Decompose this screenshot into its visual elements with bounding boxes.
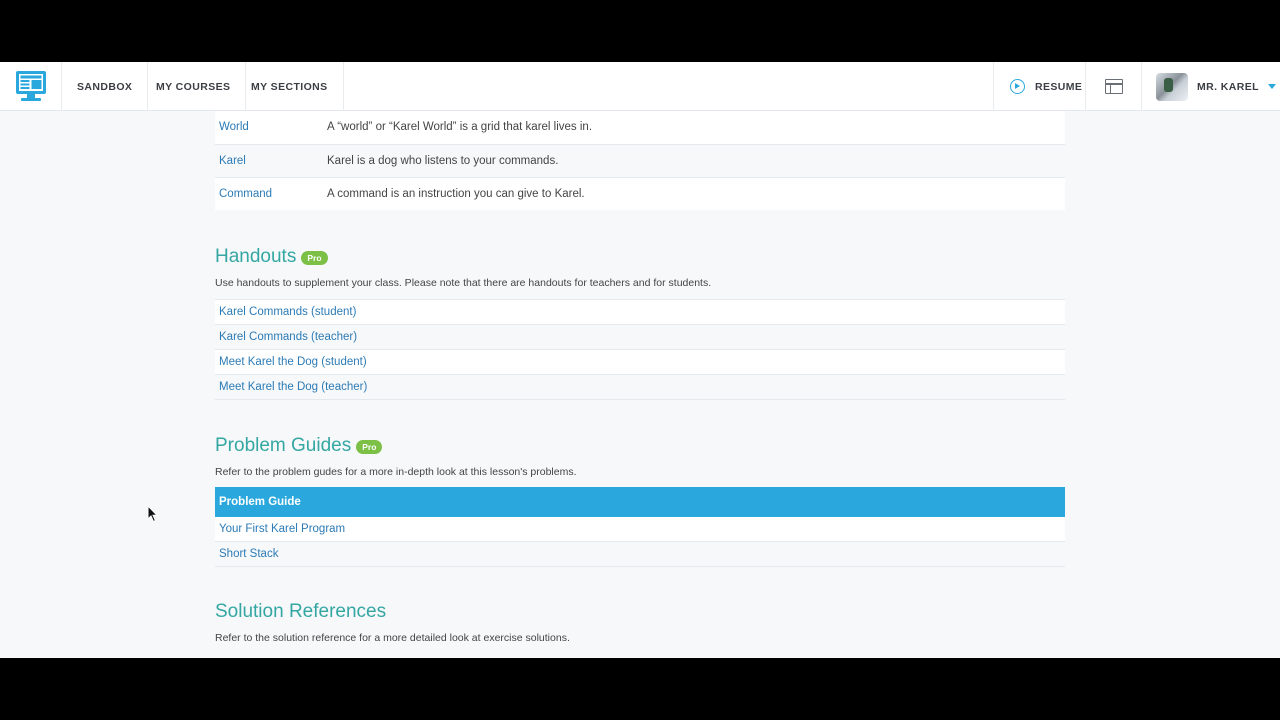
section-title: Handouts Pro — [215, 246, 1065, 268]
vocab-term-link[interactable]: Karel — [215, 144, 323, 178]
mouse-pointer-icon — [147, 505, 159, 523]
solution-references-section: Solution References Refer to the solutio… — [215, 601, 1065, 644]
vocab-row: World A “world” or “Karel World” is a gr… — [215, 111, 1065, 145]
section-description: Use handouts to supplement your class. P… — [215, 277, 712, 289]
handout-link[interactable]: Karel Commands (student) — [215, 300, 1065, 325]
vocab-definition: A “world” or “Karel World” is a grid tha… — [323, 111, 1065, 145]
solution-references-title: Solution References — [215, 601, 387, 622]
resume-label: RESUME — [1035, 80, 1083, 93]
caret-down-icon — [1267, 84, 1276, 89]
vocab-row: Command A command is an instruction you … — [215, 177, 1065, 210]
problem-guides-title: Problem Guides — [215, 435, 352, 456]
vocab-term-link[interactable]: Command — [215, 177, 323, 210]
lesson-resources: World A “world” or “Karel World” is a gr… — [215, 111, 1065, 644]
problem-guide-link[interactable]: Short Stack — [215, 542, 1065, 567]
section-description: Refer to the solution reference for a mo… — [215, 632, 570, 644]
section-title: Solution References — [215, 601, 1065, 623]
nav-my-courses[interactable]: MY COURSES — [141, 62, 247, 111]
vocab-row: Karel Karel is a dog who listens to your… — [215, 144, 1065, 178]
vocab-definition: Karel is a dog who listens to your comma… — [323, 144, 1065, 178]
window-button[interactable] — [1085, 62, 1141, 111]
vocab-term-link[interactable]: World — [215, 111, 323, 145]
handouts-section: Handouts Pro Use handouts to supplement … — [215, 246, 1065, 400]
section-description: Refer to the problem gudes for a more in… — [215, 466, 577, 478]
nav-sandbox[interactable]: SANDBOX — [62, 62, 149, 111]
letterbox-top — [0, 0, 1280, 62]
nav-my-sections[interactable]: MY SECTIONS — [236, 62, 344, 111]
play-circle-icon — [1010, 79, 1025, 94]
problem-guides-section: Problem Guides Pro Refer to the problem … — [215, 435, 1065, 567]
handouts-list: Karel Commands (student) Karel Commands … — [215, 299, 1065, 400]
handout-link[interactable]: Karel Commands (teacher) — [215, 325, 1065, 350]
problem-guide-header: Problem Guide — [215, 487, 1065, 517]
user-name: MR. KAREL — [1197, 80, 1259, 93]
vocab-definition: A command is an instruction you can give… — [327, 187, 585, 200]
handout-link[interactable]: Meet Karel the Dog (teacher) — [215, 375, 1065, 400]
vocab-table: World A “world” or “Karel World” is a gr… — [215, 111, 1065, 210]
home-logo[interactable] — [0, 62, 62, 111]
avatar — [1156, 72, 1188, 101]
top-navbar: SANDBOX MY COURSES MY SECTIONS RESUME MR… — [0, 62, 1280, 111]
user-menu[interactable]: MR. KAREL — [1141, 62, 1280, 111]
pro-badge: Pro — [356, 440, 383, 454]
problem-guides-list: Your First Karel Program Short Stack — [215, 517, 1065, 567]
letterbox-bottom — [0, 658, 1280, 720]
computer-monitor-logo-icon — [15, 71, 46, 101]
problem-guide-link[interactable]: Your First Karel Program — [215, 517, 1065, 542]
resume-button[interactable]: RESUME — [993, 62, 1085, 111]
pro-badge: Pro — [301, 251, 328, 265]
section-title: Problem Guides Pro — [215, 435, 1065, 457]
handout-link[interactable]: Meet Karel the Dog (student) — [215, 350, 1065, 375]
handouts-title: Handouts — [215, 246, 297, 267]
app-window: SANDBOX MY COURSES MY SECTIONS RESUME MR… — [0, 62, 1280, 658]
browser-window-icon — [1104, 79, 1123, 94]
